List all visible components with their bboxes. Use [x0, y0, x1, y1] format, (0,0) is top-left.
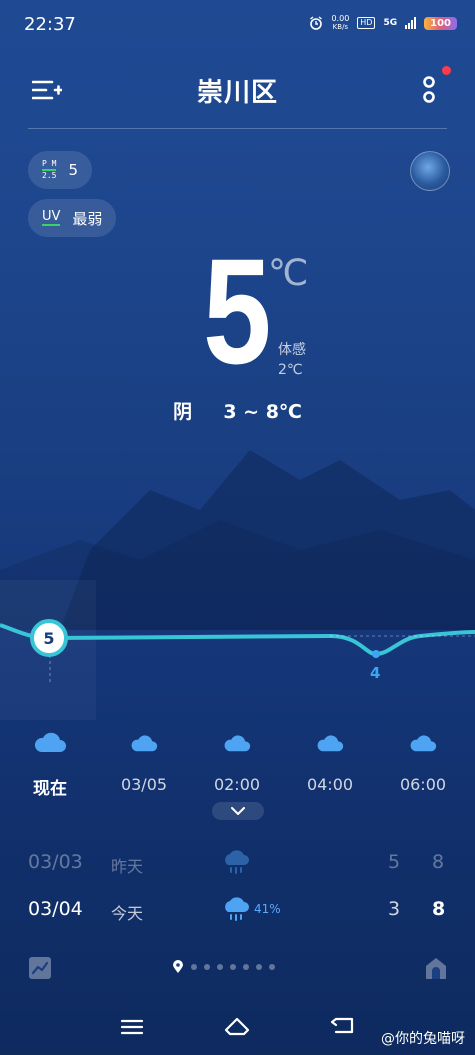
daily-low: 3	[388, 898, 401, 920]
chevron-down-icon	[231, 807, 245, 815]
page-dot	[204, 964, 210, 970]
feels-like-value: 2℃	[278, 362, 303, 378]
notification-dot	[442, 66, 451, 75]
daily-high: 8	[432, 898, 446, 920]
page-dot	[256, 964, 262, 970]
cloud-icon	[317, 735, 344, 752]
location-pin-icon	[173, 960, 183, 973]
cloud-icon	[410, 735, 437, 752]
hd-badge: HD	[357, 17, 376, 29]
status-icons: 0.00 KB/s HD 5G 100	[309, 14, 457, 32]
daily-relative: 今天	[111, 904, 144, 923]
rain-cloud-icon	[225, 850, 249, 874]
weather-screen: 22:37 0.00 KB/s HD 5G 100 崇川区 P M 2.5 5 …	[0, 0, 475, 1055]
uv-value: 最弱	[72, 209, 103, 228]
trend-chart-icon[interactable]	[28, 956, 52, 980]
watermark: @你的兔喵呀	[381, 1031, 465, 1047]
page-dot	[217, 964, 223, 970]
city-title: 崇川区	[196, 78, 278, 108]
more-options-icon[interactable]	[418, 72, 444, 106]
network-type: 5G	[383, 18, 398, 28]
pm25-badge: P M 2.5	[42, 159, 57, 180]
daily-high: 8	[432, 851, 445, 873]
signal-icon	[405, 17, 417, 29]
status-time: 22:37	[24, 14, 76, 35]
header-divider	[28, 128, 447, 129]
avatar[interactable]	[410, 151, 450, 191]
hourly-label: 02:00	[213, 775, 261, 794]
net-speed: 0.00 KB/s	[331, 14, 349, 32]
battery-indicator: 100	[424, 16, 457, 30]
daily-low: 5	[388, 851, 401, 873]
now-temp-marker: 5	[30, 619, 68, 657]
page-dot	[269, 964, 275, 970]
home-icon[interactable]	[424, 956, 448, 980]
hourly-item[interactable]: 03/05	[99, 733, 189, 794]
condition-text: 阴	[173, 401, 193, 423]
cloud-icon	[34, 732, 66, 752]
temp-range: 3 ~ 8℃	[223, 401, 302, 423]
min-temp-label: 4	[370, 664, 381, 682]
hourly-item[interactable]: 现在	[5, 730, 95, 799]
home-nav-icon[interactable]	[224, 1017, 250, 1036]
page-dot	[230, 964, 236, 970]
current-temperature: 5	[203, 227, 271, 395]
daily-date: 03/03	[28, 851, 83, 873]
net-speed-unit: KB/s	[332, 23, 349, 31]
hourly-item[interactable]: 06:00	[378, 733, 468, 794]
feels-like: 体感 2℃	[278, 340, 306, 380]
page-dot	[243, 964, 249, 970]
cloud-icon	[224, 735, 251, 752]
net-speed-value: 0.00	[331, 14, 350, 23]
hourly-item[interactable]: 04:00	[285, 733, 375, 794]
page-dot	[191, 964, 197, 970]
hourly-label: 06:00	[399, 775, 447, 794]
min-temp-marker-dot	[372, 650, 380, 658]
pm25-value: 5	[68, 161, 78, 179]
daily-relative: 昨天	[111, 857, 144, 876]
back-icon[interactable]	[330, 1017, 354, 1034]
now-temp-marker-label: 5	[43, 628, 55, 648]
hourly-label: 现在	[33, 779, 67, 799]
hourly-temp-chart	[0, 623, 475, 685]
daily-row-yesterday[interactable]: 03/03 昨天 5 8	[0, 843, 475, 883]
expand-button[interactable]	[212, 802, 264, 820]
rain-cloud-icon	[225, 897, 249, 921]
hourly-item[interactable]: 02:00	[192, 733, 282, 794]
alarm-icon	[310, 16, 323, 30]
condition-summary: 阴 3 ~ 8℃	[0, 397, 475, 424]
uv-badge: UV	[42, 209, 61, 226]
feels-like-label: 体感	[278, 342, 306, 358]
pm25-badge-bottom: 2.5	[42, 171, 57, 180]
pm25-badge-top: P M	[42, 159, 57, 168]
daily-date: 03/04	[28, 898, 83, 920]
hourly-label: 03/05	[120, 775, 168, 794]
cloud-icon	[131, 735, 158, 752]
recent-apps-icon[interactable]	[120, 1019, 144, 1035]
temperature-unit: ℃	[268, 253, 309, 294]
daily-row-today[interactable]: 03/04 今天 41% 3 8	[0, 890, 475, 930]
uv-chip[interactable]: UV 最弱	[28, 199, 117, 237]
page-indicator	[172, 960, 275, 974]
hourly-label: 04:00	[306, 775, 354, 794]
pm25-chip[interactable]: P M 2.5 5	[28, 151, 92, 189]
daily-precip: 41%	[254, 902, 281, 916]
